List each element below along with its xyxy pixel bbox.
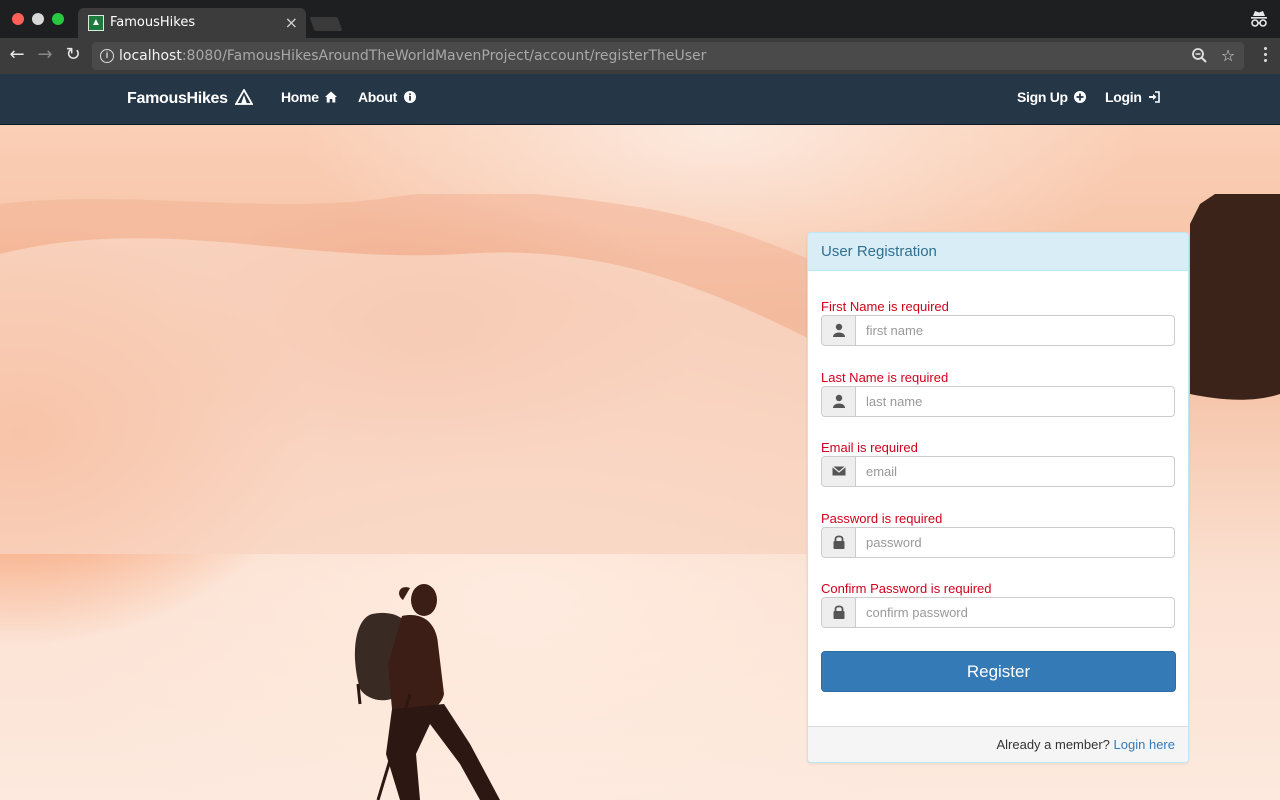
already-member-text: Already a member? xyxy=(996,737,1110,752)
password-group xyxy=(821,527,1175,558)
site-info-icon[interactable]: i xyxy=(100,49,114,63)
lock-icon xyxy=(822,598,856,627)
first-name-group xyxy=(821,315,1175,346)
login-icon xyxy=(1149,91,1161,103)
close-window-button[interactable] xyxy=(12,13,24,25)
panel-footer: Already a member? Login here xyxy=(808,726,1188,762)
zoom-icon[interactable] xyxy=(1190,46,1210,66)
plus-circle-icon xyxy=(1074,91,1087,103)
email-input[interactable] xyxy=(856,457,1174,486)
nav-signup-link[interactable]: Sign Up xyxy=(1017,89,1087,105)
panel-title: User Registration xyxy=(821,243,937,260)
back-arrow-icon[interactable]: ← xyxy=(6,44,28,66)
site-navbar: FamousHikes Home About Sign Up Login xyxy=(0,74,1280,125)
close-tab-icon[interactable]: × xyxy=(285,13,298,32)
nav-login-label: Login xyxy=(1105,89,1142,105)
last-name-input[interactable] xyxy=(856,387,1174,416)
tab-title: FamousHikes xyxy=(110,15,196,30)
confirm-password-input[interactable] xyxy=(856,598,1174,627)
panel-heading: User Registration xyxy=(808,233,1188,271)
url-text[interactable]: localhost:8080/FamousHikesAroundTheWorld… xyxy=(119,48,706,64)
password-error: Password is required xyxy=(821,511,943,526)
last-name-error: Last Name is required xyxy=(821,370,949,385)
nav-home-label: Home xyxy=(281,89,319,105)
page-content: FamousHikes Home About Sign Up Login Use… xyxy=(0,74,1280,800)
last-name-group xyxy=(821,386,1175,417)
footer-text: Already a member? Login here xyxy=(996,737,1175,752)
browser-tab-bar: ▲ FamousHikes × xyxy=(0,0,1280,38)
email-group xyxy=(821,456,1175,487)
forward-arrow-icon[interactable]: → xyxy=(34,44,56,66)
bookmark-star-icon[interactable]: ☆ xyxy=(1218,46,1238,66)
nav-login-link[interactable]: Login xyxy=(1105,89,1161,105)
lock-icon xyxy=(822,528,856,557)
user-icon xyxy=(822,316,856,345)
nav-about-link[interactable]: About xyxy=(358,89,416,105)
new-tab-button[interactable] xyxy=(309,17,343,31)
first-name-error: First Name is required xyxy=(821,299,949,314)
nav-signup-label: Sign Up xyxy=(1017,89,1068,105)
reload-icon[interactable]: ↻ xyxy=(62,44,84,66)
hiker-silhouette xyxy=(354,584,500,800)
user-icon xyxy=(822,387,856,416)
nav-about-label: About xyxy=(358,89,397,105)
browser-tab[interactable]: ▲ FamousHikes × xyxy=(78,8,306,38)
home-icon xyxy=(325,91,338,103)
brand-name: FamousHikes xyxy=(127,90,228,107)
address-bar[interactable]: i localhost:8080/FamousHikesAroundTheWor… xyxy=(92,42,1244,70)
incognito-icon xyxy=(1251,11,1267,27)
email-error: Email is required xyxy=(821,440,918,455)
envelope-icon xyxy=(822,457,856,486)
browser-toolbar: ← → ↻ i localhost:8080/FamousHikesAround… xyxy=(0,38,1280,74)
info-circle-icon xyxy=(403,91,416,103)
browser-menu-icon[interactable] xyxy=(1264,47,1268,65)
password-input[interactable] xyxy=(856,528,1174,557)
login-here-link[interactable]: Login here xyxy=(1114,737,1175,752)
registration-panel: User Registration First Name is required… xyxy=(807,232,1189,763)
confirm-password-group xyxy=(821,597,1175,628)
confirm-password-error: Confirm Password is required xyxy=(821,581,992,596)
minimize-window-button[interactable] xyxy=(32,13,44,25)
first-name-input[interactable] xyxy=(856,316,1174,345)
nav-home-link[interactable]: Home xyxy=(281,89,338,105)
tent-icon xyxy=(234,89,253,105)
brand-logo[interactable]: FamousHikes xyxy=(127,89,253,108)
maximize-window-button[interactable] xyxy=(52,13,64,25)
hiker-favicon-icon: ▲ xyxy=(88,15,104,31)
register-button[interactable]: Register xyxy=(821,651,1176,692)
